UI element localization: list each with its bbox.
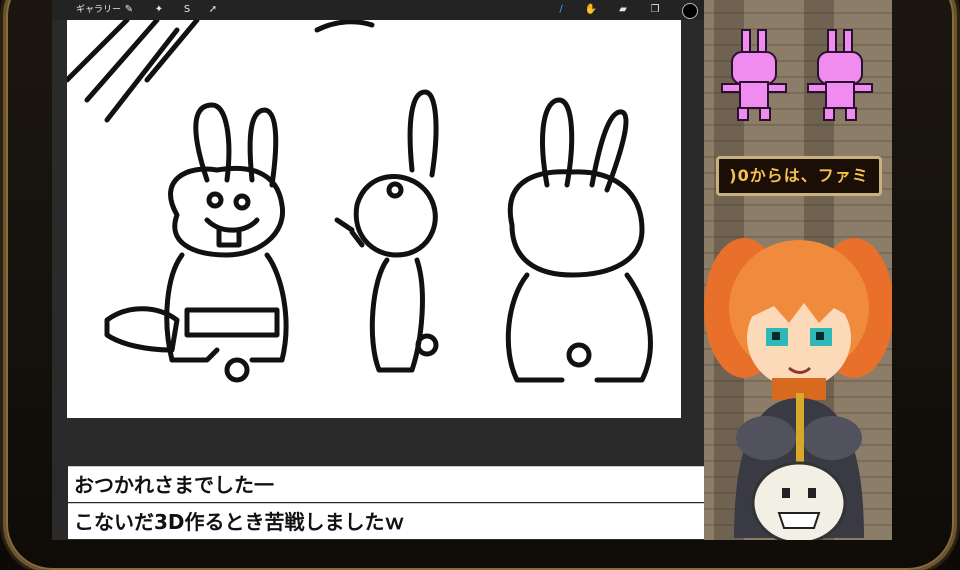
pink-rabbit-sprites bbox=[721, 29, 873, 121]
game-text-banner: )0からは、ファミ bbox=[716, 156, 882, 196]
retro-game-panel: )0からは、ファミ bbox=[704, 0, 892, 540]
layers-icon[interactable]: ❐ bbox=[648, 3, 662, 17]
rabbit-sketch bbox=[67, 20, 653, 383]
chat-overlay: おつかれさまでした一 こないだ3D作るとき苦戦しましたｗ bbox=[68, 466, 704, 540]
smudge-icon[interactable]: ✋ bbox=[584, 3, 598, 17]
gallery-button[interactable]: ギャラリー bbox=[76, 2, 121, 18]
chat-message: こないだ3D作るとき苦戦しましたｗ bbox=[68, 503, 704, 539]
chat-message: おつかれさまでした一 bbox=[68, 466, 704, 502]
drawing-canvas[interactable] bbox=[67, 20, 681, 418]
top-toolbar: ギャラリー ✎ ✦ S ➚ ∕ ✋ ▰ ❐ bbox=[52, 0, 704, 20]
magic-icon[interactable]: ✦ bbox=[152, 3, 166, 17]
eraser-icon[interactable]: ▰ bbox=[616, 3, 630, 17]
drawing-app-screen: ギャラリー ✎ ✦ S ➚ ∕ ✋ ▰ ❐ ↶ ↷ bbox=[52, 0, 704, 540]
transform-icon[interactable]: ➚ bbox=[206, 3, 220, 17]
wrench-icon[interactable]: ✎ bbox=[122, 3, 136, 17]
brush-icon[interactable]: ∕ bbox=[554, 3, 568, 17]
color-picker[interactable] bbox=[682, 3, 698, 19]
selection-icon[interactable]: S bbox=[180, 3, 194, 17]
pixel-girl-sprite bbox=[704, 238, 892, 540]
